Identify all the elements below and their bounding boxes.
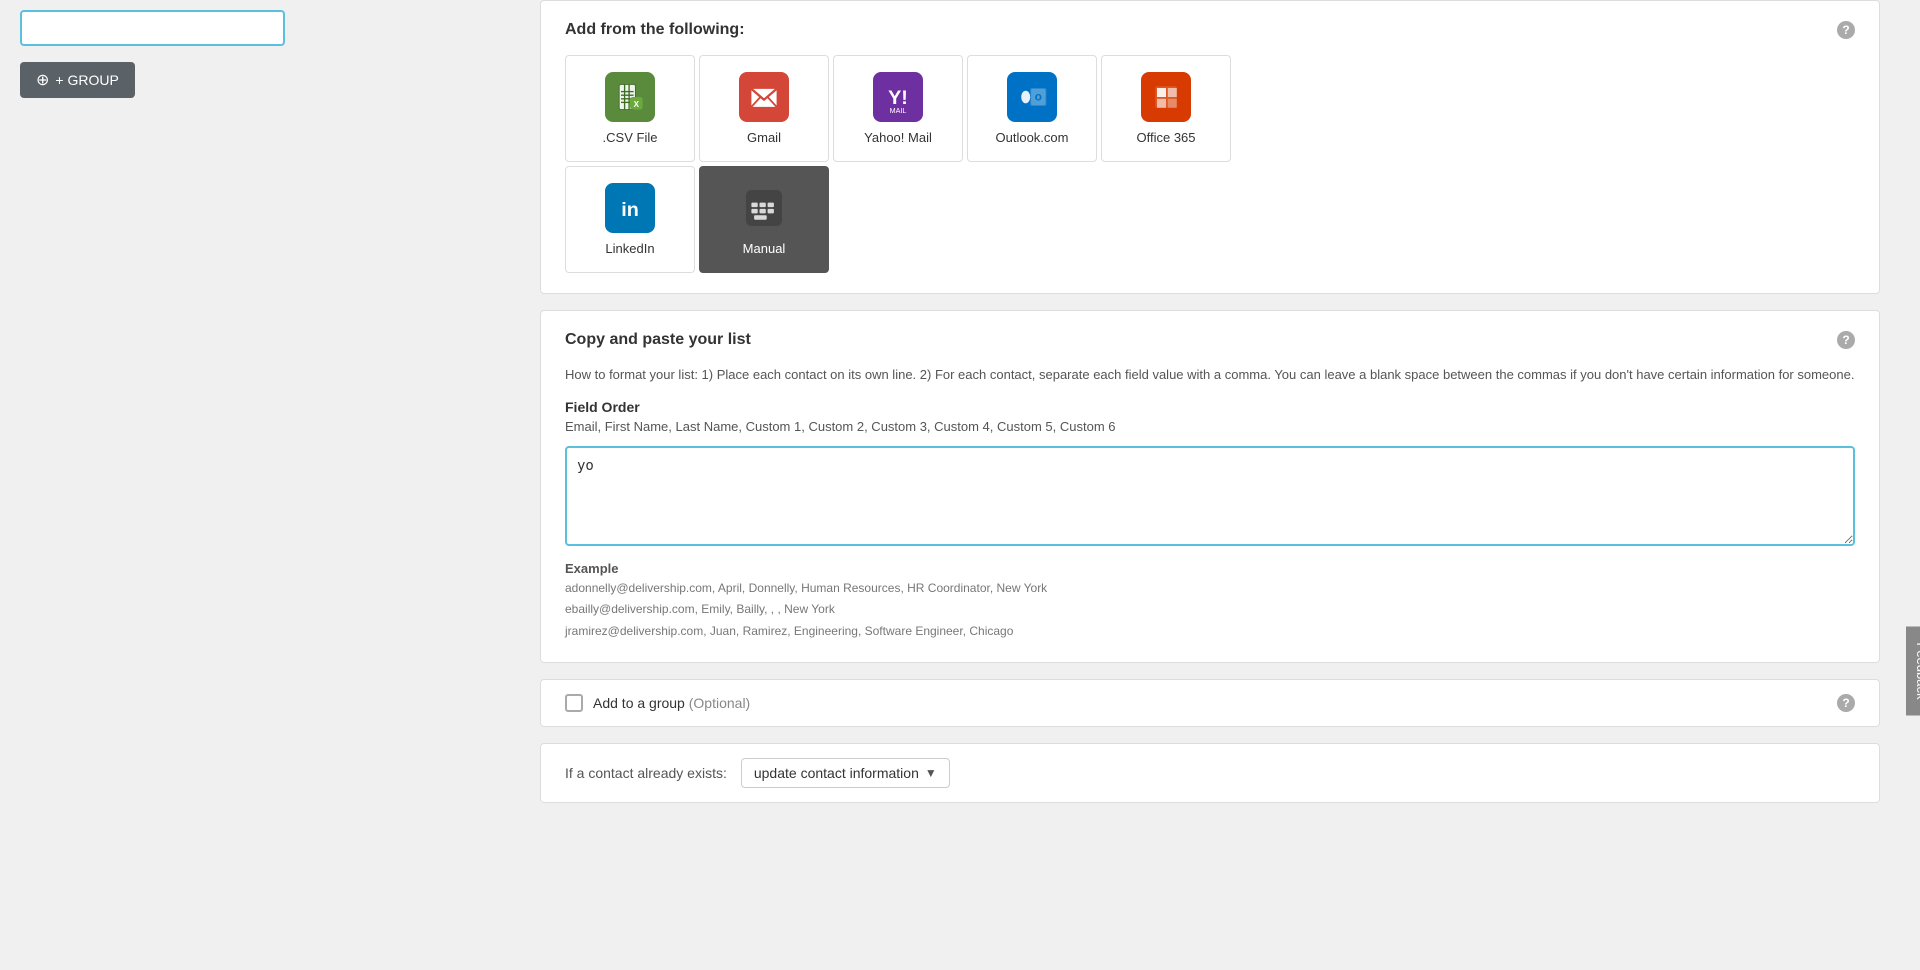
add-group-optional: (Optional) (689, 695, 750, 711)
source-office365[interactable]: Office 365 (1101, 55, 1231, 162)
copy-paste-help-icon[interactable]: ? (1837, 331, 1855, 349)
csv-label: .CSV File (603, 130, 658, 145)
add-group-label: Add to a group (Optional) (593, 695, 750, 711)
group-button-label: + GROUP (55, 72, 118, 88)
add-from-help-icon[interactable]: ? (1837, 21, 1855, 39)
if-contact-label: If a contact already exists: (565, 765, 727, 781)
add-group-button[interactable]: ⊕ + GROUP (20, 62, 135, 98)
outlook-label: Outlook.com (996, 130, 1069, 145)
add-group-checkbox[interactable] (565, 694, 583, 712)
contact-exists-dropdown[interactable]: update contact information ▼ (741, 758, 950, 788)
example-line-1: adonnelly@delivership.com, April, Donnel… (565, 578, 1855, 600)
yahoo-icon: Y! MAIL (873, 72, 923, 122)
svg-text:in: in (621, 199, 639, 221)
svg-text:MAIL: MAIL (890, 106, 907, 115)
field-order-label: Field Order (565, 399, 1855, 415)
gmail-icon (739, 72, 789, 122)
copy-paste-header: Copy and paste your list ? (565, 331, 1855, 349)
yahoo-label: Yahoo! Mail (864, 130, 932, 145)
gmail-label: Gmail (747, 130, 781, 145)
manual-label: Manual (743, 241, 786, 256)
import-sources-row1: X .CSV File (565, 55, 1855, 162)
plus-circle-icon: ⊕ (36, 70, 49, 90)
add-group-help-icon[interactable]: ? (1837, 694, 1855, 712)
source-outlook[interactable]: o Outlook.com (967, 55, 1097, 162)
import-sources-row2: in LinkedIn (565, 166, 1855, 273)
source-csv[interactable]: X .CSV File (565, 55, 695, 162)
example-lines: adonnelly@delivership.com, April, Donnel… (565, 578, 1855, 643)
source-manual[interactable]: Manual (699, 166, 829, 273)
paste-textarea[interactable]: yo (565, 446, 1855, 546)
add-from-section: Add from the following: ? (540, 0, 1880, 294)
svg-text:X: X (634, 100, 640, 109)
linkedin-icon: in (605, 183, 655, 233)
source-gmail[interactable]: Gmail (699, 55, 829, 162)
manual-icon (739, 183, 789, 233)
if-contact-section: If a contact already exists: update cont… (540, 743, 1880, 803)
add-group-section: Add to a group (Optional) ? (540, 679, 1880, 727)
add-from-title: Add from the following: (565, 21, 745, 39)
search-input[interactable] (20, 10, 285, 46)
example-label: Example (565, 561, 1855, 576)
copy-paste-section: Copy and paste your list ? How to format… (540, 310, 1880, 663)
copy-paste-title: Copy and paste your list (565, 331, 751, 349)
linkedin-label: LinkedIn (605, 241, 654, 256)
office365-icon (1141, 72, 1191, 122)
add-from-header: Add from the following: ? (565, 21, 1855, 39)
example-line-3: jramirez@delivership.com, Juan, Ramirez,… (565, 621, 1855, 643)
dropdown-value: update contact information (754, 765, 919, 781)
outlook-icon: o (1007, 72, 1057, 122)
copy-paste-description: How to format your list: 1) Place each c… (565, 365, 1855, 385)
example-section: Example adonnelly@delivership.com, April… (565, 561, 1855, 643)
source-yahoo[interactable]: Y! MAIL Yahoo! Mail (833, 55, 963, 162)
office365-label: Office 365 (1136, 130, 1195, 145)
csv-icon: X (605, 72, 655, 122)
feedback-tab[interactable]: Feedback (1906, 626, 1920, 715)
example-line-2: ebailly@delivership.com, Emily, Bailly, … (565, 599, 1855, 621)
field-order-value: Email, First Name, Last Name, Custom 1, … (565, 419, 1855, 434)
dropdown-arrow-icon: ▼ (925, 766, 937, 780)
source-linkedin[interactable]: in LinkedIn (565, 166, 695, 273)
svg-text:o: o (1035, 91, 1042, 104)
